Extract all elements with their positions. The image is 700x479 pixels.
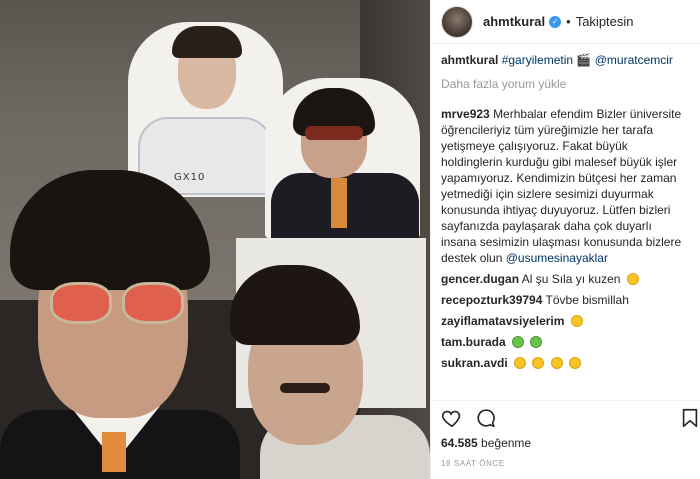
caption-username[interactable]: ahmtkural: [441, 53, 498, 67]
caption-mention[interactable]: @muratcemcir: [595, 53, 673, 67]
follow-status[interactable]: Takiptesin: [576, 14, 634, 29]
comment-text: Merhbalar efendim Bizler üniversite öğre…: [441, 107, 682, 265]
post-timestamp: 18 SAAT ÖNCE: [441, 459, 505, 468]
likes-label: beğenme: [481, 436, 532, 450]
person-left: [0, 170, 240, 479]
header-separator: •: [566, 14, 571, 29]
avatar[interactable]: [441, 5, 473, 38]
likes-number: 64.585: [441, 436, 478, 450]
comment-username[interactable]: zayiflamatavsiyelerim: [441, 314, 564, 328]
caption-hashtag[interactable]: #garyilemetin: [502, 53, 573, 67]
clapper-emoji-icon: 🎬: [576, 53, 592, 67]
comment-item: gencer.dugan Al şu Sıla yı kuzen: [441, 271, 690, 287]
post-header: ahmtkural ✓ • Takiptesin: [431, 0, 700, 44]
laughing-emoji-icon: [512, 336, 525, 348]
person-right: [220, 265, 430, 479]
laughing-emoji-icon: [530, 336, 543, 348]
comment-icon[interactable]: [475, 407, 497, 429]
bookmark-icon[interactable]: [679, 407, 700, 429]
comment-item: zayiflamatavsiyelerim: [441, 313, 690, 329]
load-more-comments-link[interactable]: Daha fazla yorum yükle: [441, 76, 690, 92]
person-left-hair: [10, 170, 210, 290]
comment-username[interactable]: gencer.dugan: [441, 272, 519, 286]
sunglasses-right-lens: [122, 282, 184, 324]
comment-username[interactable]: recepozturk39794: [441, 293, 542, 307]
cutout-tie: [331, 178, 347, 228]
comments-section: ahmtkural #garyilemetin 🎬 @muratcemcir D…: [431, 44, 700, 371]
cardboard-cutout-suit: [265, 78, 420, 238]
person-right-mustache: [280, 383, 330, 393]
comment-item: tam.burada: [441, 334, 690, 350]
heart-icon[interactable]: [441, 407, 463, 429]
sunglasses-emoji-icon: [626, 273, 639, 285]
post-sidebar: ahmtkural ✓ • Takiptesin ahmtkural #gary…: [430, 0, 700, 479]
person-right-hair: [230, 265, 360, 345]
sunglasses-left-lens: [50, 282, 112, 324]
caption: ahmtkural #garyilemetin 🎬 @muratcemcir: [441, 52, 690, 68]
cutout-glasses: [305, 126, 363, 140]
smile-emoji-icon: [550, 357, 563, 369]
cutout-hair: [172, 26, 242, 58]
comment-mention[interactable]: @usumesinayaklar: [506, 251, 608, 265]
post-photo[interactable]: GX10: [0, 0, 430, 479]
smile-emoji-icon: [569, 357, 582, 369]
comment-text: Tövbe bismillah: [545, 293, 629, 307]
comment-username[interactable]: tam.burada: [441, 335, 506, 349]
smile-emoji-icon: [532, 357, 545, 369]
person-left-tie: [102, 432, 126, 472]
verified-badge-icon: ✓: [549, 15, 562, 28]
comment-item: sukran.avdi: [441, 355, 690, 371]
comment-username[interactable]: sukran.avdi: [441, 356, 508, 370]
smile-emoji-icon: [570, 315, 583, 327]
action-bar: [431, 400, 700, 432]
comment-text: Al şu Sıla yı kuzen: [521, 272, 621, 286]
comment-item: mrve923 Merhbalar efendim Bizler ünivers…: [441, 106, 690, 266]
comment-item: recepozturk39794 Tövbe bismillah: [441, 292, 690, 308]
header-username[interactable]: ahmtkural: [483, 14, 545, 29]
likes-count[interactable]: 64.585 beğenme: [441, 436, 531, 450]
comment-username[interactable]: mrve923: [441, 107, 490, 121]
smile-emoji-icon: [514, 357, 527, 369]
